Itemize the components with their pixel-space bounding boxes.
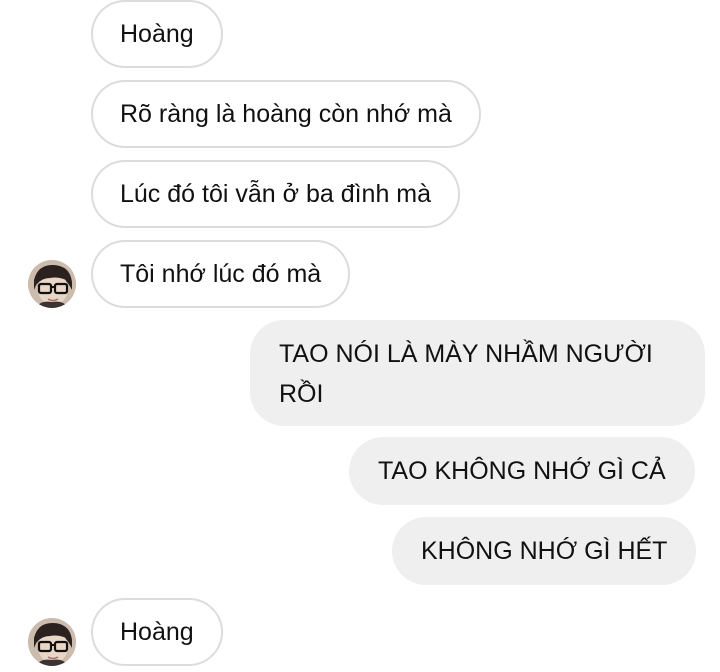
incoming-message-bubble[interactable]: Tôi nhớ lúc đó mà	[91, 240, 351, 308]
message-text: TAO KHÔNG NHỚ GÌ CẢ	[378, 457, 666, 485]
incoming-message-bubble[interactable]: Hoàng	[91, 598, 223, 666]
message-text: Lúc đó tôi vẫn ở ba đình mà	[120, 180, 432, 208]
message-text: KHÔNG NHỚ GÌ HẾT	[421, 537, 668, 565]
message-text: Tôi nhớ lúc đó mà	[120, 260, 322, 288]
incoming-message-bubble[interactable]: Rõ ràng là hoàng còn nhớ mà	[91, 80, 481, 148]
avatar-icon	[28, 260, 76, 308]
contact-avatar[interactable]	[28, 260, 76, 308]
message-text: TAO NÓI LÀ MÀY NHẦM NGƯỜI RỒI	[279, 340, 653, 408]
incoming-message-bubble[interactable]: Lúc đó tôi vẫn ở ba đình mà	[91, 160, 461, 228]
message-text: Hoàng	[120, 618, 194, 646]
outgoing-message-bubble[interactable]: TAO KHÔNG NHỚ GÌ CẢ	[349, 437, 695, 505]
message-text: Rõ ràng là hoàng còn nhớ mà	[120, 100, 452, 128]
outgoing-message-bubble[interactable]: KHÔNG NHỚ GÌ HẾT	[392, 517, 697, 585]
message-text: Hoàng	[120, 20, 194, 48]
outgoing-message-bubble[interactable]: TAO NÓI LÀ MÀY NHẦM NGƯỜI RỒI	[250, 320, 705, 426]
incoming-message-bubble[interactable]: Hoàng	[91, 0, 223, 68]
avatar-icon	[28, 618, 76, 666]
contact-avatar[interactable]	[28, 618, 76, 666]
